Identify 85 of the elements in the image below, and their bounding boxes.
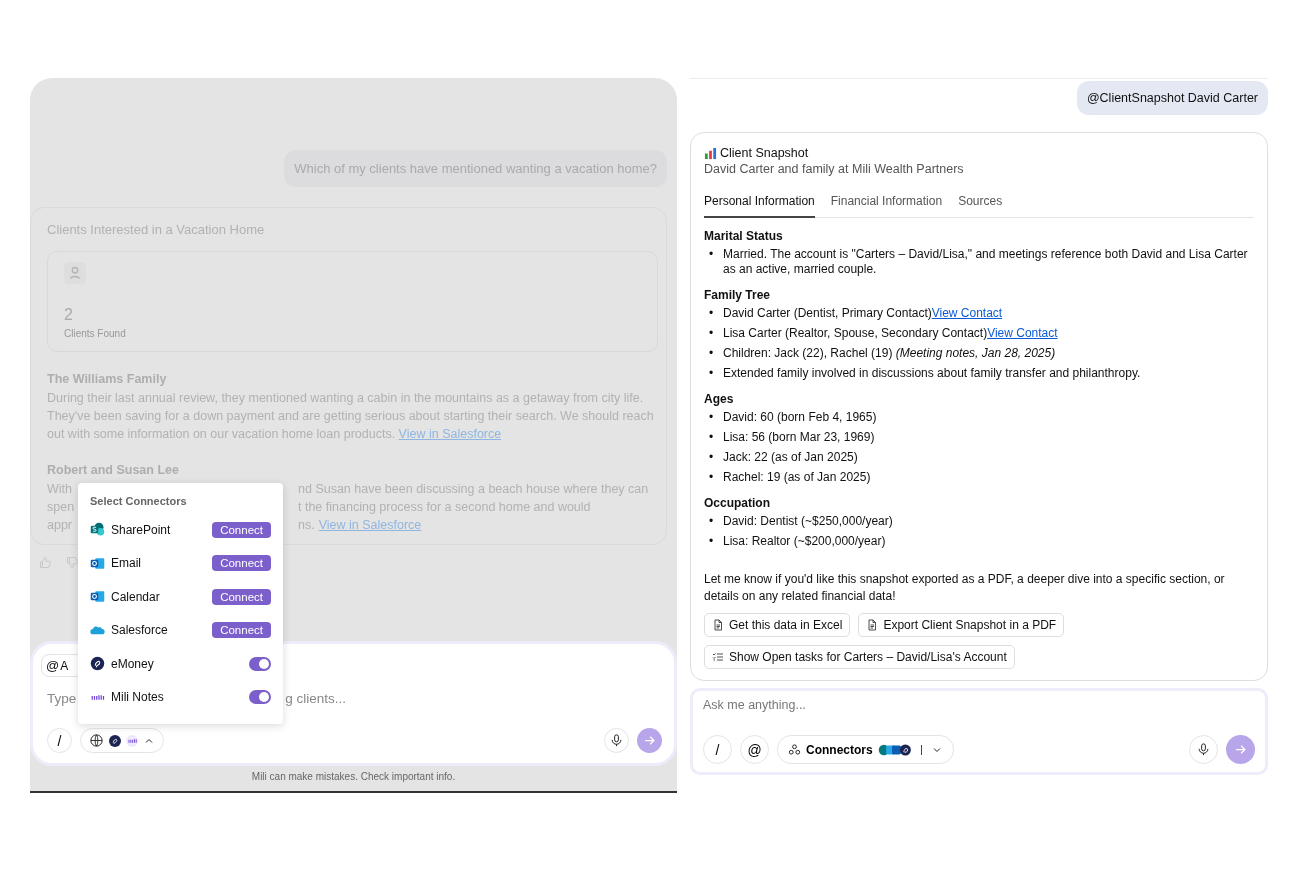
thumbs-down-icon[interactable] <box>65 555 80 570</box>
stat-value: 2 <box>64 306 74 324</box>
action-button[interactable]: Show Open tasks for Carters – David/Lisa's Account <box>704 645 1015 669</box>
bullet: • <box>709 470 715 485</box>
arrow-right-icon <box>642 733 657 748</box>
list-item: Rachel: 19 (as of Jan 2025) <box>723 470 871 485</box>
closing-message: Let me know if you'd like this snapshot exported as a PDF, a deeper dive into a specific section, or details on any related financial data! <box>704 571 1226 605</box>
tab[interactable]: Sources <box>958 192 1003 218</box>
stat-label: Clients Found <box>64 328 127 339</box>
bullet: • <box>709 326 715 341</box>
connect-button[interactable]: Connect <box>212 555 271 572</box>
input-field[interactable]: Ask me anything... <box>703 698 1255 712</box>
microphone-icon <box>609 733 624 748</box>
slash-button[interactable]: / <box>703 735 732 764</box>
connect-button[interactable]: Connect <box>212 622 271 639</box>
list-item: Lisa: 56 (born Mar 23, 1969) <box>723 430 875 445</box>
toggle-switch[interactable] <box>249 690 271 705</box>
microphone-button[interactable] <box>1189 735 1218 764</box>
bullet: • <box>709 514 715 529</box>
mili-logo-icon <box>126 734 138 747</box>
mention-button[interactable]: @ <box>740 735 769 764</box>
bullet: • <box>709 430 715 445</box>
connect-button[interactable]: Connect <box>212 521 271 538</box>
connectors-button[interactable]: Connectors <box>777 735 954 764</box>
arrow-right-icon <box>1233 742 1248 757</box>
list-item: Married. The account is "Carters – David/Lisa," and meetings reference both David and Lisa Carter as an active, married couple. <box>723 247 1249 277</box>
placeholder-text: g clients... <box>285 691 347 706</box>
section-heading: Ages <box>704 392 735 406</box>
menu-title: Select Connectors <box>90 495 188 507</box>
connector-name: Email <box>111 556 142 571</box>
view-contact-link[interactable]: View Contact <box>931 306 1003 320</box>
connector-name: eMoney <box>111 656 155 671</box>
connector-name: SharePoint <box>111 522 172 537</box>
toggle-switch[interactable] <box>249 656 271 671</box>
chat-composer[interactable]: Ask me anything... / @ Connectors <box>690 688 1268 775</box>
connector-name: Salesforce <box>111 623 169 638</box>
list-item: Lisa Carter (Realtor, Spouse, Secondary Contact)View Contact <box>723 326 1058 341</box>
action-button[interactable]: Get this data in Excel <box>704 613 851 637</box>
list-item: Extended family involved in discussions about family transfer and philanthropy. <box>723 366 1141 381</box>
tab[interactable]: Financial Information <box>830 192 943 218</box>
bullet: • <box>709 247 715 263</box>
globe-icon <box>89 733 104 748</box>
action-button[interactable]: Export Client Snapshot in a PDF <box>858 613 1065 637</box>
document-icon <box>712 619 724 631</box>
bullet: • <box>709 366 715 381</box>
checklist-icon <box>712 651 724 663</box>
section-heading: Marital Status <box>704 229 784 243</box>
card-title: Client Snapshot <box>720 146 809 160</box>
list-item: David: 60 (born Feb 4, 1965) <box>723 410 877 425</box>
list-item: Lisa: Realtor (~$200,000/year) <box>723 534 886 549</box>
connectors-icon <box>788 743 801 756</box>
section-heading: Occupation <box>704 496 771 510</box>
thumbs-up-icon[interactable] <box>38 555 53 570</box>
person-icon <box>64 262 86 284</box>
document-icon <box>866 619 879 631</box>
section-heading: Family Tree <box>704 288 772 302</box>
connector-name: Calendar <box>111 589 161 604</box>
emoney-logo-icon <box>90 656 105 672</box>
bullet: • <box>709 450 715 465</box>
connect-button[interactable]: Connect <box>212 588 271 605</box>
bullet: • <box>709 410 715 425</box>
placeholder-text: Type <box>47 691 77 706</box>
list-item: David Carter (Dentist, Primary Contact)View Contact <box>723 306 1003 321</box>
list-item: Jack: 22 (as of Jan 2025) <box>723 450 858 465</box>
view-contact-link[interactable]: View Contact <box>987 326 1058 340</box>
disclaimer-text: Mili can make mistakes. Check important info. <box>250 770 457 784</box>
emoney-logo-icon <box>109 734 121 747</box>
sharepoint-logo-icon <box>90 522 105 538</box>
bullet: • <box>709 346 715 361</box>
bullet: • <box>709 306 715 321</box>
list-item: David: Dentist (~$250,000/year) <box>723 514 893 529</box>
outlook-logo-icon <box>90 555 105 571</box>
connector-name: Mili Notes <box>111 690 165 705</box>
card-subtitle: David Carter and family at Mili Wealth Partners <box>704 162 965 176</box>
outlook-logo-icon <box>90 589 105 605</box>
tab[interactable]: Personal Information <box>704 192 815 218</box>
microphone-icon <box>1196 742 1211 757</box>
connectors-button[interactable] <box>80 728 164 753</box>
bullet: • <box>709 534 715 549</box>
connector-logos-icon <box>877 743 912 756</box>
slash-button[interactable]: / <box>47 728 72 753</box>
user-message: @ClientSnapshot David Carter <box>1076 81 1268 115</box>
list-item: Children: Jack (22), Rachel (19) (Meeting notes, Jan 28, 2025) <box>723 346 1056 361</box>
microphone-button[interactable] <box>604 728 629 753</box>
bar-chart-icon <box>704 146 717 160</box>
